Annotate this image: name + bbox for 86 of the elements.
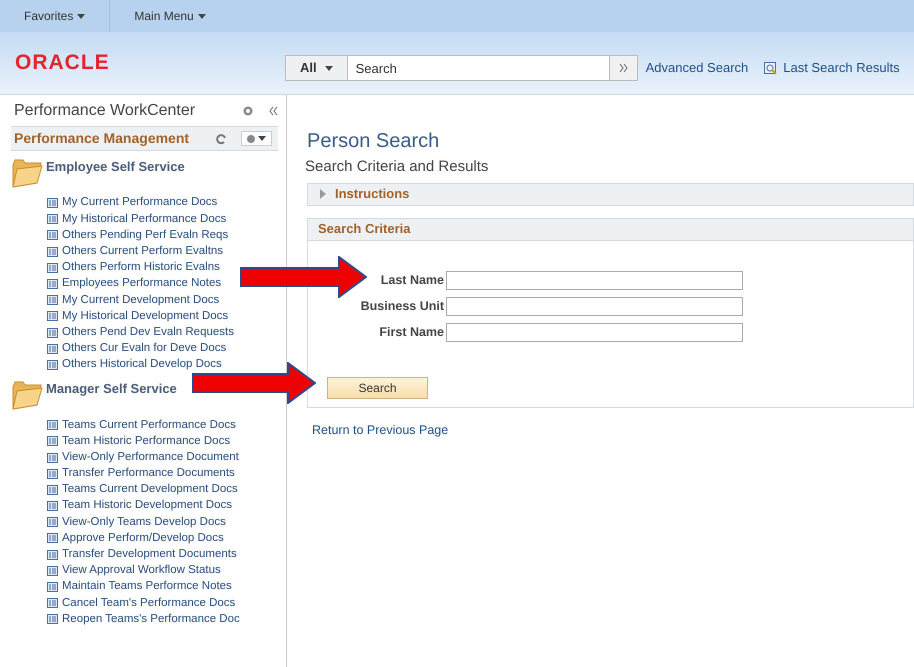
list-icon (47, 214, 58, 224)
field-label: Business Unit (360, 298, 445, 315)
list-icon (47, 360, 58, 370)
search-go-button[interactable] (610, 55, 638, 81)
sidebar-link[interactable]: View-Only Performance Document (47, 449, 239, 466)
folder-icon (11, 379, 43, 412)
sidebar-link[interactable]: My Current Performance Docs (47, 195, 218, 212)
scope-dropdown[interactable]: All (285, 55, 348, 81)
list-icon (47, 246, 58, 257)
sidebar-title: Performance WorkCenter (13, 101, 196, 121)
list-icon (47, 484, 58, 495)
search-field[interactable]: Search (348, 55, 610, 81)
list-icon (47, 295, 58, 306)
sidebar-link[interactable]: View Approval Workflow Status (47, 562, 221, 579)
list-icon (47, 262, 58, 273)
caret-icon (324, 66, 333, 70)
list-icon (47, 582, 58, 592)
settings-dropdown[interactable] (241, 131, 272, 146)
section-title: Performance Management (14, 129, 190, 148)
list-icon (47, 550, 58, 560)
page-subtitle: Search Criteria and Results (305, 157, 490, 177)
sidebar-link[interactable]: View-Only Teams Develop Docs (47, 514, 226, 530)
group-title: Manager Self Service (46, 380, 177, 398)
list-icon (47, 230, 58, 240)
sidebar-link[interactable]: Others Perform Historic Evalns (47, 260, 220, 276)
sidebar-link[interactable]: Others Current Perform Evaltns (47, 244, 224, 260)
advanced-search-link[interactable]: Advanced Search (646, 58, 748, 78)
sidebar-link[interactable]: Transfer Development Documents (47, 546, 237, 563)
gear-icon[interactable] (242, 105, 254, 117)
double-chevron-left-icon (269, 106, 278, 116)
group-title: Employee Self Service (46, 158, 185, 176)
list-icon (47, 614, 58, 624)
logo: ORACLE (15, 50, 111, 76)
list-icon (47, 436, 58, 446)
menu-button[interactable]: Main Menu (110, 0, 230, 32)
caret-icon (258, 136, 266, 141)
list-icon (47, 311, 58, 322)
sidebar-link[interactable]: Others Pend Dev Evaln Requests (47, 324, 234, 341)
sidebar-link[interactable]: Employees Performance Notes (47, 276, 222, 292)
list-icon (47, 501, 58, 512)
refresh-icon[interactable] (215, 132, 227, 144)
sidebar-link[interactable]: Others Cur Evaln for Deve Docs (47, 340, 226, 357)
sidebar-link[interactable]: Teams Current Development Docs (47, 482, 238, 498)
list-icon (47, 566, 58, 576)
list-icon (47, 533, 58, 544)
sidebar-link[interactable]: Maintain Teams Performce Notes (47, 578, 232, 596)
list-icon (47, 517, 58, 528)
sidebar-link[interactable]: Reopen Teams's Performance Doc (47, 611, 240, 628)
sidebar-link[interactable]: Others Pending Perf Evaln Reqs (47, 227, 228, 244)
sidebar-link[interactable]: Approve Perform/Develop Docs (47, 530, 224, 547)
list-icon (47, 452, 58, 463)
return-link[interactable]: Return to Previous Page (312, 420, 914, 440)
input-field[interactable] (446, 270, 743, 290)
search-button[interactable]: Search (327, 376, 428, 398)
list-icon (47, 468, 58, 479)
list-icon (47, 279, 58, 290)
input-field[interactable] (446, 296, 743, 316)
list-icon (47, 198, 58, 208)
input-field[interactable] (446, 322, 743, 342)
list-icon (47, 598, 58, 608)
sidebar-link[interactable]: My Current Development Docs (47, 292, 220, 308)
field-label: Last Name (380, 272, 445, 289)
sidebar-link[interactable]: Transfer Performance Documents (47, 466, 235, 482)
magnifier-icon (764, 62, 778, 74)
list-icon (47, 328, 58, 338)
double-chevron-right-icon (618, 63, 628, 73)
collapse-button[interactable] (269, 106, 278, 116)
sidebar-link[interactable]: Others Historical Develop Docs (47, 356, 222, 374)
folder-icon (11, 157, 43, 189)
last-search-results-link[interactable]: Last Search Results (783, 58, 900, 78)
sidebar-link[interactable]: My Historical Development Docs (47, 308, 228, 324)
criteria-title: Search Criteria (318, 220, 410, 238)
sidebar-link[interactable]: Teams Current Performance Docs (47, 417, 236, 434)
instructions-header[interactable]: Instructions (307, 182, 914, 206)
collapsed-triangle-icon (319, 188, 327, 200)
sidebar-link[interactable]: My Historical Performance Docs (47, 211, 226, 228)
page-title: Person Search (307, 129, 440, 154)
caret-icon (198, 14, 206, 18)
sidebar-link[interactable]: Team Historic Development Docs (47, 498, 232, 514)
field-label: First Name (378, 324, 445, 341)
list-icon (47, 344, 58, 354)
sidebar-link[interactable]: Team Historic Performance Docs (47, 433, 230, 450)
arrow-icon (240, 256, 367, 298)
caret-icon (77, 14, 86, 18)
sidebar-link[interactable]: Cancel Team's Performance Docs (47, 595, 236, 612)
list-icon (47, 420, 58, 430)
